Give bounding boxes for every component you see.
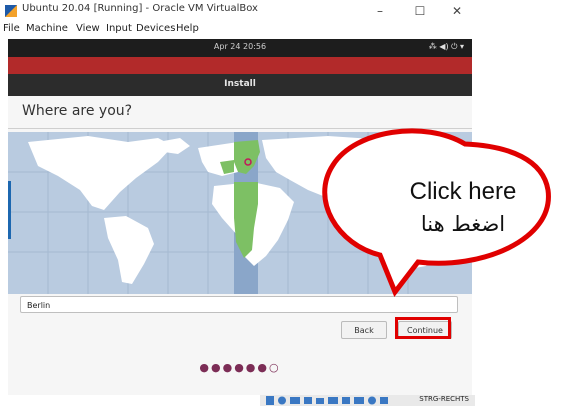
system-tray-icons[interactable]: ⁂ ◀) ⏻ ▾ [429,42,464,52]
menu-devices[interactable]: Devices [136,23,175,34]
vbox-status-bar: STRG-RECHTS [260,395,475,406]
progress-dots: ●●●●●●○ [199,361,281,374]
maximize-button[interactable]: ☐ [405,0,435,22]
callout-text-arabic: اضغط هنا [420,212,506,236]
close-button[interactable]: ✕ [442,0,472,22]
divider [8,128,472,129]
vbox-titlebar: Ubuntu 20.04 [Running] - Oracle VM Virtu… [0,0,475,22]
minimize-button[interactable]: – [365,0,395,22]
desktop-background-strip [8,57,472,74]
menu-machine[interactable]: Machine [26,23,68,34]
host-key-label: STRG-RECHTS [419,395,469,403]
window-title: Ubuntu 20.04 [Running] - Oracle VM Virtu… [22,3,258,14]
menu-file[interactable]: File [3,23,20,34]
installer-title: Install [224,79,256,89]
location-input[interactable]: Berlin [20,296,458,313]
menu-view[interactable]: View [76,23,100,34]
menu-help[interactable]: Help [176,23,199,34]
gnome-topbar: Apr 24 20:56 ⁂ ◀) ⏻ ▾ [8,39,472,57]
installer-header: Install [8,74,472,96]
menu-input[interactable]: Input [106,23,132,34]
status-device-icons [266,396,388,405]
virtualbox-app-icon [5,5,17,17]
installer-body: Where are you? Berlin Back Continue ●●●●… [8,96,472,395]
clock[interactable]: Apr 24 20:56 [8,42,472,51]
vbox-menubar: File Machine View Input Devices Help [0,22,475,38]
back-button[interactable]: Back [341,321,387,339]
callout-text-english: Click here [409,178,517,205]
side-accent [8,181,11,239]
continue-highlight-box [395,317,451,339]
page-heading: Where are you? [22,103,133,119]
